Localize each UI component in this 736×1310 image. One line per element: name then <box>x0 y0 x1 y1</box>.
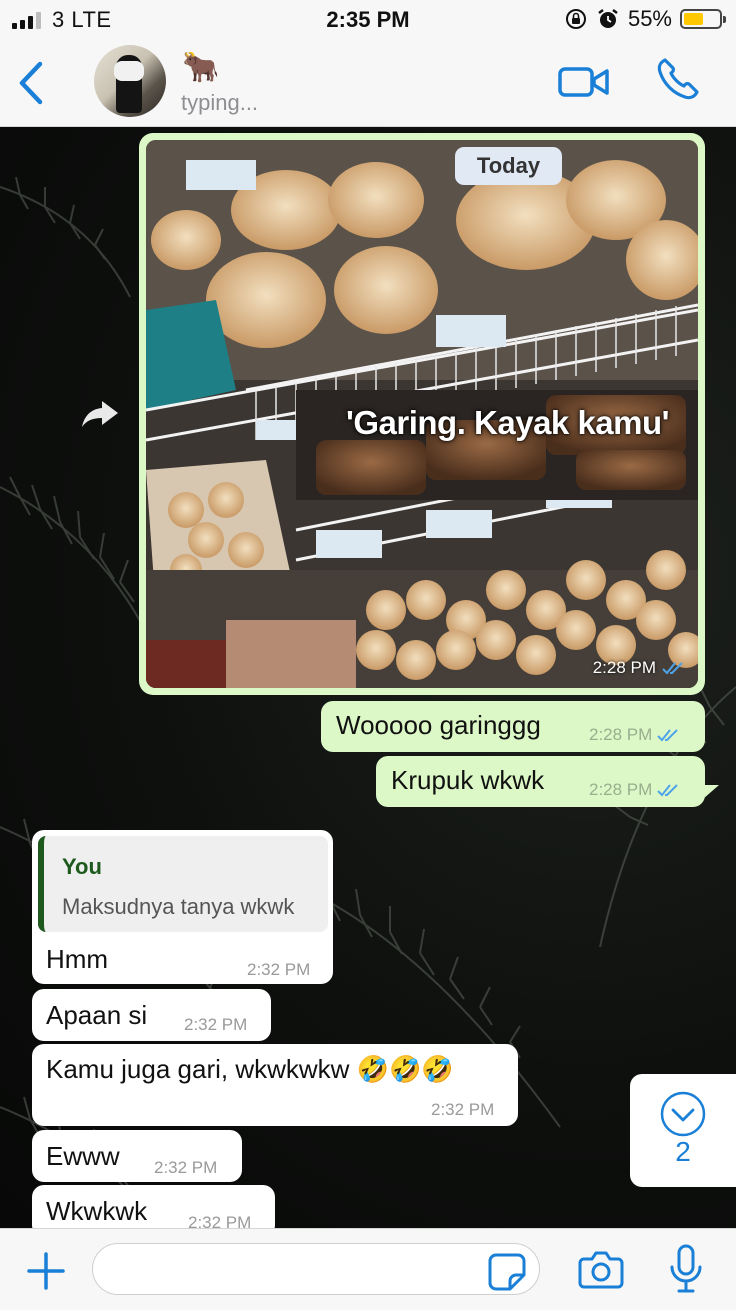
forward-icon[interactable] <box>80 399 120 429</box>
microphone-icon[interactable] <box>666 1243 706 1295</box>
message-bubble-incoming[interactable]: You Maksudnya tanya wkwk Hmm 2:32 PM <box>32 830 333 984</box>
alarm-icon <box>598 9 618 28</box>
message-timestamp: 2:32 PM <box>184 1015 248 1034</box>
message-timestamp: 2:32 PM <box>154 1158 218 1177</box>
message-bubble-outgoing[interactable]: Krupuk wkwk 2:28 PM <box>376 756 719 807</box>
message-text: Krupuk wkwk <box>391 765 545 795</box>
read-receipt-icon <box>657 729 679 742</box>
quote-author: You <box>62 854 102 879</box>
unread-count: 2 <box>675 1136 691 1167</box>
contact-name[interactable]: 🐂 <box>182 50 219 85</box>
message-text: Apaan si <box>46 1000 148 1030</box>
message-timestamp: 2:32 PM <box>247 960 311 979</box>
chat-area[interactable]: 'Garing. Kayak kamu' 2:28 PM Today Woooo… <box>0 127 736 1228</box>
message-timestamp: 2:28 PM <box>589 725 679 745</box>
status-bar: 3 LTE 2:35 PM 55% <box>0 0 736 40</box>
message-bubble-incoming[interactable]: Apaan si 2:32 PM <box>32 989 271 1041</box>
contact-status: typing... <box>181 90 259 115</box>
battery-percent: 55% <box>627 6 672 31</box>
camera-icon[interactable] <box>578 1247 624 1291</box>
message-input[interactable] <box>92 1243 540 1295</box>
message-text: Kamu juga gari, wkwkwkw 🤣🤣🤣 <box>46 1054 454 1084</box>
message-text: Wooooo garinggg <box>336 710 541 740</box>
image-message[interactable]: 'Garing. Kayak kamu' 2:28 PM Today <box>139 133 705 695</box>
read-receipt-icon <box>662 662 683 675</box>
message-timestamp: 2:32 PM <box>431 1100 495 1119</box>
message-bubble-outgoing[interactable]: Wooooo garinggg 2:28 PM <box>321 701 705 752</box>
orientation-lock-icon <box>565 9 586 29</box>
message-bubble-incoming[interactable]: Wkwkwk 2:32 PM <box>32 1185 275 1228</box>
message-bubble-incoming[interactable]: Ewww 2:32 PM <box>32 1130 242 1182</box>
message-text: Hmm <box>46 944 109 974</box>
message-text: Ewww <box>46 1141 120 1171</box>
video-call-icon[interactable] <box>558 64 610 100</box>
chevron-down-icon <box>660 1091 706 1137</box>
message-bubble-incoming[interactable]: Kamu juga gari, wkwkwkw 🤣🤣🤣 2:32 PM <box>32 1044 518 1126</box>
message-composer <box>0 1228 736 1310</box>
back-icon[interactable] <box>14 60 50 106</box>
quote-text: Maksudnya tanya wkwk <box>62 894 295 919</box>
image-caption: 'Garing. Kayak kamu' <box>346 404 670 441</box>
chat-header: 🐂 typing... <box>0 40 736 127</box>
plus-icon[interactable] <box>26 1251 66 1291</box>
read-receipt-icon <box>657 784 679 797</box>
sticker-icon[interactable] <box>488 1253 526 1291</box>
message-text: Wkwkwk <box>46 1196 148 1226</box>
battery-icon <box>680 9 726 29</box>
scroll-to-bottom-button[interactable]: 2 <box>630 1074 736 1187</box>
image-timestamp: 2:28 PM <box>593 658 684 678</box>
shared-photo[interactable]: 'Garing. Kayak kamu' 2:28 PM <box>146 140 698 688</box>
phone-icon[interactable] <box>655 56 701 102</box>
message-timestamp: 2:32 PM <box>188 1213 252 1228</box>
quoted-message[interactable]: You Maksudnya tanya wkwk <box>38 836 328 932</box>
date-separator: Today <box>455 147 562 185</box>
avatar[interactable] <box>94 45 166 117</box>
message-timestamp: 2:28 PM <box>589 780 679 800</box>
